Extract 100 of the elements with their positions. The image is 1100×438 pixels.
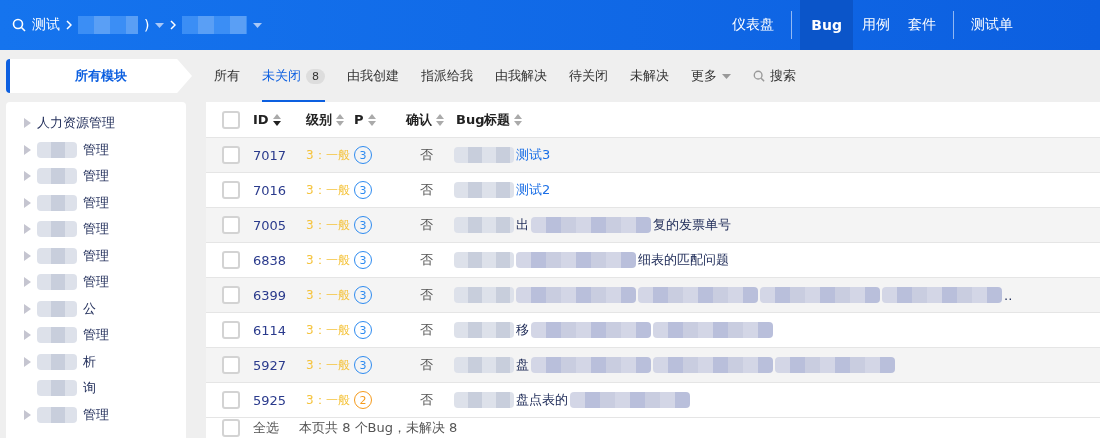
expand-icon[interactable]: [24, 118, 31, 129]
confirmed-text: 否: [419, 146, 433, 164]
module-tree-item[interactable]: 公: [24, 295, 186, 322]
column-header[interactable]: ID: [253, 112, 269, 127]
column-header[interactable]: P: [354, 112, 364, 127]
confirmed-text: 否: [419, 391, 433, 409]
bug-id-link[interactable]: 6838: [253, 252, 287, 268]
nav-tab[interactable]: Bug: [800, 0, 853, 50]
severity-text: 3：一般: [306, 216, 350, 234]
module-tree-item[interactable]: 管理: [24, 269, 186, 296]
module-tree-item[interactable]: 管理: [24, 163, 186, 190]
all-modules-button[interactable]: 所有模块: [6, 59, 192, 93]
filter-tab[interactable]: 指派给我: [421, 50, 473, 102]
expand-icon[interactable]: [24, 224, 31, 235]
breadcrumb-fragment[interactable]: ): [144, 17, 150, 33]
caret-icon: [155, 22, 165, 28]
redaction-patch: [454, 217, 514, 233]
bug-id-link[interactable]: 7016: [253, 182, 287, 198]
page-summary: 本页共 8 个Bug，未解决 8: [299, 419, 458, 437]
redaction-patch: [454, 147, 514, 163]
bug-title-text[interactable]: 出: [516, 216, 529, 234]
filter-tab[interactable]: 待关闭: [569, 50, 608, 102]
bug-title-link[interactable]: 测试2: [516, 181, 551, 199]
expand-icon[interactable]: [24, 356, 31, 367]
module-tree-item[interactable]: 管理: [24, 216, 186, 243]
bug-title-text[interactable]: 细表的匹配问题: [638, 251, 729, 269]
module-tree-item[interactable]: 管理: [24, 401, 186, 428]
bug-title-text[interactable]: 移: [516, 321, 529, 339]
bug-title-text[interactable]: 复的发票单号: [653, 216, 731, 234]
severity-text: 3：一般: [306, 321, 350, 339]
redaction-patch: [454, 287, 514, 303]
expand-icon[interactable]: [24, 409, 31, 420]
checkbox[interactable]: [222, 419, 240, 437]
expand-icon[interactable]: [24, 330, 31, 341]
column-header[interactable]: 级别: [306, 110, 332, 129]
confirmed-text: 否: [419, 321, 433, 339]
confirmed-text: 否: [419, 251, 433, 269]
severity-text: 3：一般: [306, 391, 350, 409]
nav-tab[interactable]: 测试单: [962, 0, 1022, 50]
expand-icon[interactable]: [24, 277, 31, 288]
redaction-patch: [454, 252, 514, 268]
nav-tab[interactable]: 用例: [853, 0, 899, 50]
module-tree-item[interactable]: 析: [24, 348, 186, 375]
sort-icon[interactable]: [272, 113, 281, 126]
redaction-patch: [182, 16, 248, 34]
filter-tab[interactable]: 由我解决: [495, 50, 547, 102]
nav-tab[interactable]: 套件: [899, 0, 945, 50]
checkbox[interactable]: [222, 251, 240, 269]
checkbox[interactable]: [222, 146, 240, 164]
checkbox[interactable]: [222, 356, 240, 374]
bug-id-link[interactable]: 6399: [253, 287, 287, 303]
filter-tab[interactable]: 更多: [691, 50, 731, 102]
expand-icon[interactable]: [24, 250, 31, 261]
severity-text: 3：一般: [306, 181, 350, 199]
filter-tab[interactable]: 未解决: [630, 50, 669, 102]
confirmed-text: 否: [419, 286, 433, 304]
redaction-patch: [454, 182, 514, 198]
bug-title-text[interactable]: 盘点表的: [516, 391, 568, 409]
product-name[interactable]: 测试: [32, 16, 60, 34]
module-tree-item[interactable]: 询: [24, 375, 186, 402]
bug-id-link[interactable]: 5927: [253, 357, 287, 373]
severity-text: 3：一般: [306, 286, 350, 304]
column-header[interactable]: Bug标题: [456, 110, 511, 129]
checkbox[interactable]: [222, 181, 240, 199]
checkbox[interactable]: [222, 110, 240, 129]
bug-id-link[interactable]: 7005: [253, 217, 287, 233]
bug-id-link[interactable]: 5925: [253, 392, 287, 408]
module-tree-item[interactable]: 管理: [24, 136, 186, 163]
filter-tab[interactable]: 所有: [214, 50, 240, 102]
bug-id-link[interactable]: 7017: [253, 147, 287, 163]
expand-icon[interactable]: [24, 197, 31, 208]
checkbox[interactable]: [222, 391, 240, 409]
severity-text: 3：一般: [306, 356, 350, 374]
severity-text: 3：一般: [306, 146, 350, 164]
column-header[interactable]: 确认: [406, 110, 432, 129]
nav-tab[interactable]: 仪表盘: [723, 0, 784, 50]
module-tree-item[interactable]: 管理: [24, 322, 186, 349]
search-icon: [753, 70, 765, 82]
module-tree-item[interactable]: 管理: [24, 189, 186, 216]
bug-title-text[interactable]: ..: [1004, 287, 1013, 303]
checkbox[interactable]: [222, 321, 240, 339]
module-tree-item[interactable]: 人力资源管理: [24, 110, 186, 137]
expand-icon[interactable]: [24, 144, 31, 155]
confirmed-text: 否: [419, 356, 433, 374]
redaction-patch: [454, 392, 514, 408]
redaction-patch: [454, 322, 514, 338]
bug-title-text[interactable]: 盘: [516, 356, 529, 374]
filter-tab[interactable]: 由我创建: [347, 50, 399, 102]
search-icon: [12, 18, 26, 32]
module-tree-item[interactable]: 管理: [24, 242, 186, 269]
select-all-label[interactable]: 全选: [253, 419, 279, 437]
expand-icon[interactable]: [24, 171, 31, 182]
checkbox[interactable]: [222, 286, 240, 304]
search-link[interactable]: 搜索: [753, 50, 796, 102]
bug-id-link[interactable]: 6114: [253, 322, 287, 338]
checkbox[interactable]: [222, 216, 240, 234]
expand-icon[interactable]: [24, 303, 31, 314]
severity-text: 3：一般: [306, 251, 350, 269]
bug-title-link[interactable]: 测试3: [516, 146, 551, 164]
redaction-patch: [454, 357, 514, 373]
